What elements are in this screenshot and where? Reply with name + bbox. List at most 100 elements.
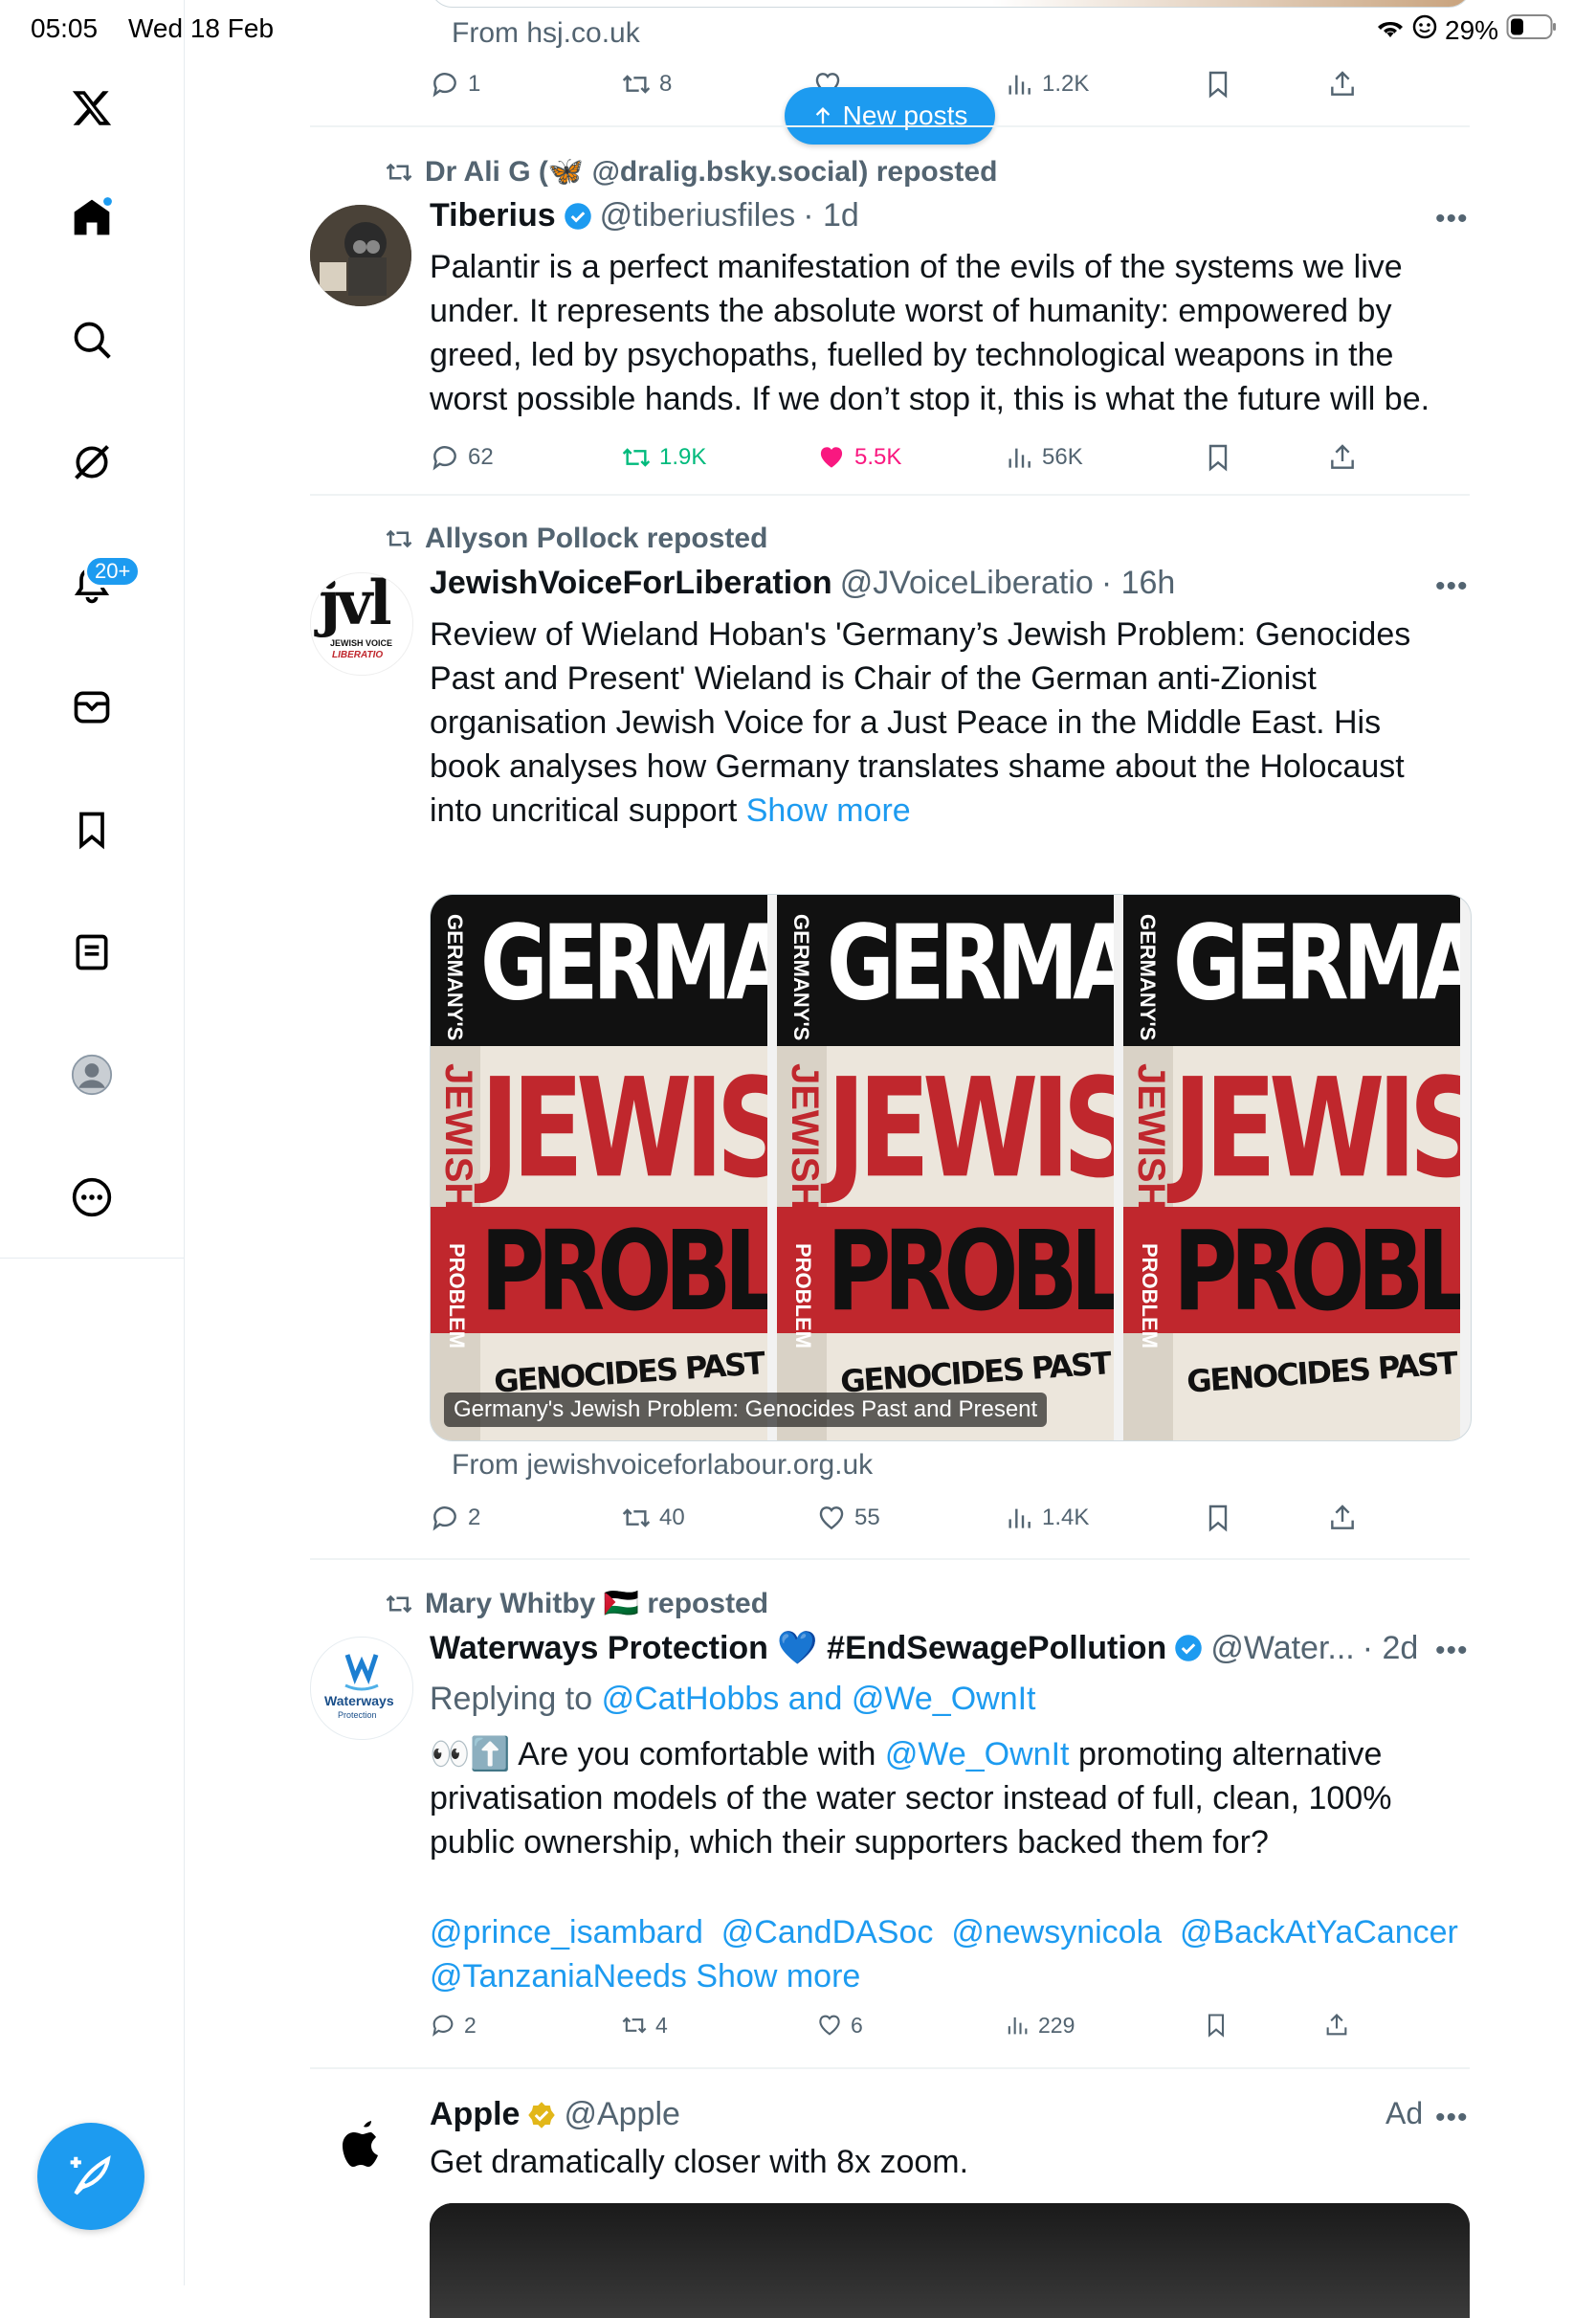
link-card[interactable]: GERMANY'S JEWISH PROBLEM GERMANY'S JEWIS… xyxy=(430,894,1472,1441)
author-handle[interactable]: @tiberiusfiles xyxy=(600,197,796,234)
post-more-icon[interactable]: ••• xyxy=(1435,203,1469,235)
cover-title-1: GERMANY'S xyxy=(1173,903,1460,1024)
top-post-media[interactable] xyxy=(430,0,1472,8)
author-name[interactable]: Apple xyxy=(430,2096,520,2133)
waterways-logo-icon xyxy=(344,1654,379,1691)
avatar[interactable] xyxy=(310,205,411,306)
sidebar-divider xyxy=(0,1258,184,1259)
like-button[interactable]: 6 xyxy=(816,2012,863,2039)
repost-button[interactable]: 40 xyxy=(621,1503,685,1533)
post-text: 👀⬆️ Are you comfortable with @We_OwnIt p… xyxy=(430,1732,1453,1864)
top-post-from[interactable]: From hsj.co.uk xyxy=(452,17,640,50)
cover-title-3: PROBLEM xyxy=(1173,1207,1460,1336)
reply-button[interactable]: 2 xyxy=(430,1503,480,1533)
new-posts-button[interactable]: New posts xyxy=(785,87,995,145)
cover-subtitle: GENOCIDES PAST AND PRESENT xyxy=(1186,1328,1460,1400)
profile-icon[interactable] xyxy=(60,1043,123,1106)
post-divider xyxy=(310,494,1470,496)
repost-button[interactable]: 8 xyxy=(621,69,672,100)
battery-percent: 29% xyxy=(1445,14,1499,45)
bookmarks-icon[interactable] xyxy=(60,798,123,861)
share-button[interactable] xyxy=(1323,2012,1350,2039)
reply-button[interactable]: 1 xyxy=(430,69,480,100)
post-more-icon[interactable]: ••• xyxy=(1435,570,1469,603)
show-more-link[interactable]: Show more xyxy=(746,792,911,829)
post-actions: 2 40 55 1.4K xyxy=(430,1503,1444,1541)
grok-icon[interactable] xyxy=(60,431,123,494)
spine-bottom: PROBLEM xyxy=(445,1243,469,1348)
post-more-icon[interactable]: ••• xyxy=(1435,1635,1469,1667)
views-count: 56K xyxy=(1042,444,1083,470)
replying-prefix: Replying to xyxy=(430,1681,593,1717)
like-button[interactable]: 5.5K xyxy=(816,442,901,473)
post-more-icon[interactable]: ••• xyxy=(1435,2102,1469,2134)
replying-to-link[interactable]: @CatHobbs and @We_OwnIt xyxy=(602,1681,1036,1717)
card-source[interactable]: From jewishvoiceforlabour.org.uk xyxy=(452,1449,873,1482)
bookmark-button[interactable] xyxy=(1203,442,1233,473)
avatar-logo-sub: JEWISH VOICE xyxy=(330,638,393,648)
messages-icon[interactable] xyxy=(60,676,123,739)
repost-header[interactable]: Dr Ali G (🦋 @dralig.bsky.social) reposte… xyxy=(383,155,997,189)
avatar[interactable] xyxy=(310,2096,411,2197)
repost-button[interactable]: 1.9K xyxy=(621,442,706,473)
views-button[interactable]: 56K xyxy=(1004,442,1083,473)
repost-count: 8 xyxy=(659,71,673,97)
bookmark-button[interactable] xyxy=(1203,69,1233,100)
reply-button[interactable]: 2 xyxy=(430,2012,477,2039)
show-more-link[interactable]: Show more xyxy=(696,1958,860,1995)
like-button[interactable]: 55 xyxy=(816,1503,880,1533)
bookmark-button[interactable] xyxy=(1203,1503,1233,1533)
card-caption: Germany's Jewish Problem: Genocides Past… xyxy=(444,1393,1048,1427)
share-button[interactable] xyxy=(1327,1503,1358,1533)
mention-link[interactable]: @newsynicola xyxy=(951,1914,1162,1950)
views-button[interactable]: 1.4K xyxy=(1004,1503,1089,1533)
repost-button[interactable]: 4 xyxy=(621,2012,668,2039)
repost-count: 1.9K xyxy=(659,444,707,470)
lists-icon[interactable] xyxy=(60,921,123,984)
bookmark-button[interactable] xyxy=(1203,2012,1230,2039)
mention-link[interactable]: @BackAtYaCancer xyxy=(1180,1914,1458,1950)
author-handle[interactable]: @Water... xyxy=(1210,1630,1354,1667)
repost-header[interactable]: Allyson Pollock reposted xyxy=(383,523,767,555)
gold-verified-badge-icon xyxy=(528,2101,556,2129)
ad-media[interactable] xyxy=(430,2203,1470,2318)
post-text: Review of Wieland Hoban's 'Germany’s Jew… xyxy=(430,613,1453,833)
compose-button[interactable] xyxy=(37,2123,144,2230)
avatar[interactable]: jvl JEWISH VOICE LIBERATIO xyxy=(310,572,413,676)
spine-bottom: PROBLEM xyxy=(1138,1243,1162,1348)
author-handle[interactable]: @Apple xyxy=(564,2096,679,2133)
search-icon[interactable] xyxy=(60,308,123,371)
mention-link[interactable]: @TanzaniaNeeds xyxy=(430,1958,687,1995)
avatar[interactable]: Waterways Protection xyxy=(310,1637,413,1740)
status-icons: 29% xyxy=(1376,13,1558,47)
repost-count: 40 xyxy=(659,1504,685,1530)
author-handle[interactable]: @JVoiceLiberatio xyxy=(840,565,1094,602)
author-name[interactable]: Tiberius xyxy=(430,197,556,234)
views-button[interactable]: 1.2K xyxy=(1004,69,1089,100)
share-button[interactable] xyxy=(1327,69,1358,100)
mention-link[interactable]: @prince_isambard xyxy=(430,1914,703,1950)
cover-title-2: JEWISH xyxy=(1173,1048,1460,1209)
reply-count: 1 xyxy=(468,71,481,97)
avatar-logo-sub: Protection xyxy=(338,1710,377,1720)
x-logo-icon[interactable] xyxy=(60,77,123,140)
repost-icon xyxy=(386,1594,412,1613)
author-name[interactable]: JewishVoiceForLiberation xyxy=(430,565,832,602)
author-name[interactable]: Waterways Protection 💙 #EndSewagePolluti… xyxy=(430,1629,1166,1667)
cover-title-2: JEWISH xyxy=(827,1048,1114,1209)
post-time[interactable]: · 1d xyxy=(803,197,859,234)
repost-header[interactable]: Mary Whitby 🇵🇸 reposted xyxy=(383,1587,768,1620)
mention-link[interactable]: @We_OwnIt xyxy=(885,1736,1070,1772)
post-time[interactable]: · 16h xyxy=(1101,565,1176,602)
repost-count: 4 xyxy=(655,2012,668,2038)
reply-button[interactable]: 62 xyxy=(430,442,494,473)
book-cover: GERMANY'S JEWISH PROBLEM GERMANY'S JEWIS… xyxy=(777,895,1114,1440)
more-icon[interactable] xyxy=(60,1166,123,1229)
share-button[interactable] xyxy=(1327,442,1358,473)
home-icon[interactable] xyxy=(60,186,123,249)
post-time[interactable]: · 2d xyxy=(1363,1630,1419,1667)
views-button[interactable]: 229 xyxy=(1004,2012,1075,2039)
mention-link[interactable]: @CandDASoc xyxy=(721,1914,934,1950)
ad-label: Ad xyxy=(1385,2096,1424,2130)
post-author: Waterways Protection 💙 #EndSewagePolluti… xyxy=(430,1629,1418,1667)
